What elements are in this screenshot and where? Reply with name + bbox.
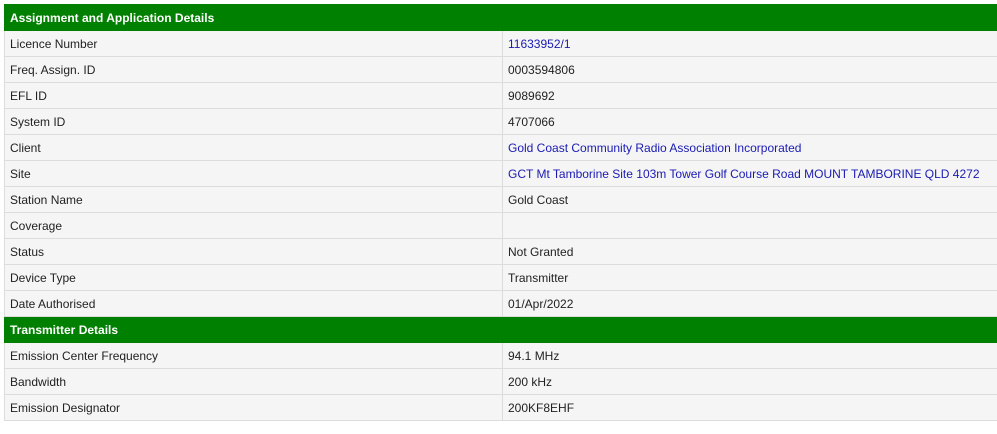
table-row-coverage: Coverage [4, 212, 997, 239]
row-value: 0003594806 [502, 56, 997, 83]
table-row-emission-center-frequency: Emission Center Frequency 94.1 MHz [4, 342, 997, 369]
row-label: Emission Designator [4, 394, 503, 421]
row-value [502, 212, 997, 239]
row-label: Coverage [4, 212, 503, 239]
row-label: Client [4, 134, 503, 161]
section-title: Transmitter Details [4, 316, 997, 343]
row-label: Device Type [4, 264, 503, 291]
table-row-status: Status Not Granted [4, 238, 997, 265]
table-row-bandwidth: Bandwidth 200 kHz [4, 368, 997, 395]
table-row-system-id: System ID 4707066 [4, 108, 997, 135]
table-row-efl-id: EFL ID 9089692 [4, 82, 997, 109]
table-row-date-authorised: Date Authorised 01/Apr/2022 [4, 290, 997, 317]
site-link[interactable]: GCT Mt Tamborine Site 103m Tower Golf Co… [508, 167, 980, 181]
row-label: Station Name [4, 186, 503, 213]
table-row-freq-assign-id: Freq. Assign. ID 0003594806 [4, 56, 997, 83]
row-value: 200 kHz [502, 368, 997, 395]
row-label: Licence Number [4, 30, 503, 57]
licence-number-link[interactable]: 11633952/1 [508, 37, 571, 51]
row-value: 94.1 MHz [502, 342, 997, 369]
table-row-device-type: Device Type Transmitter [4, 264, 997, 291]
section-title: Assignment and Application Details [4, 4, 997, 31]
table-row-client: Client Gold Coast Community Radio Associ… [4, 134, 997, 161]
row-label: EFL ID [4, 82, 503, 109]
section-header-assignment: Assignment and Application Details [4, 4, 997, 31]
row-value: GCT Mt Tamborine Site 103m Tower Golf Co… [502, 160, 997, 187]
row-value: Transmitter [502, 264, 997, 291]
details-table: Assignment and Application Details Licen… [4, 4, 997, 421]
row-label: Status [4, 238, 503, 265]
row-label: Site [4, 160, 503, 187]
row-label: Bandwidth [4, 368, 503, 395]
table-row-licence-number: Licence Number 11633952/1 [4, 30, 997, 57]
row-label: Freq. Assign. ID [4, 56, 503, 83]
row-label: Date Authorised [4, 290, 503, 317]
row-value: 01/Apr/2022 [502, 290, 997, 317]
row-value: 9089692 [502, 82, 997, 109]
row-label: System ID [4, 108, 503, 135]
table-row-site: Site GCT Mt Tamborine Site 103m Tower Go… [4, 160, 997, 187]
client-link[interactable]: Gold Coast Community Radio Association I… [508, 141, 801, 155]
row-value: Gold Coast Community Radio Association I… [502, 134, 997, 161]
section-header-transmitter: Transmitter Details [4, 316, 997, 343]
table-row-station-name: Station Name Gold Coast [4, 186, 997, 213]
row-label: Emission Center Frequency [4, 342, 503, 369]
row-value: Gold Coast [502, 186, 997, 213]
row-value: 200KF8EHF [502, 394, 997, 421]
table-row-emission-designator: Emission Designator 200KF8EHF [4, 394, 997, 421]
row-value: 11633952/1 [502, 30, 997, 57]
row-value: Not Granted [502, 238, 997, 265]
row-value: 4707066 [502, 108, 997, 135]
